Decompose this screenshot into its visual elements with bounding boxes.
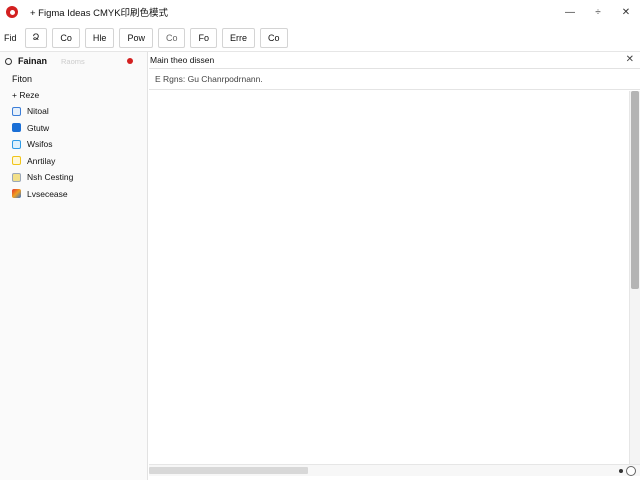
dot-icon — [619, 469, 623, 473]
content-area[interactable] — [149, 91, 629, 464]
sidebar-item[interactable]: Wsifos — [0, 136, 147, 153]
app-icon — [12, 123, 21, 133]
toolbar-button-3[interactable]: Hle — [84, 27, 115, 48]
sidebar: Fainan Raoms Fiton + Reze Nitoal Gtutw W… — [0, 52, 148, 480]
restore-button[interactable]: ÷ — [584, 0, 612, 24]
sidebar-item[interactable]: Nsh Cesting — [0, 169, 147, 186]
app-logo-icon — [6, 6, 18, 18]
sidebar-title: Fainan — [18, 56, 48, 66]
toolbar-button-6[interactable]: Fo — [190, 27, 217, 48]
app-icon — [12, 189, 21, 199]
toolbar-label: Fid — [4, 32, 17, 43]
window-title: + Figma Ideas CMYK印刷色模式 — [30, 8, 169, 19]
sidebar-item-label: Wsifos — [27, 139, 53, 150]
sidebar-subtitle: Raoms — [61, 56, 85, 66]
app-icon — [12, 172, 21, 182]
status-dot-icon — [127, 58, 133, 64]
sidebar-item[interactable]: Lvsecease — [0, 186, 147, 203]
app-icon — [12, 156, 21, 166]
circle-button-icon[interactable] — [626, 466, 636, 476]
sidebar-group-toggle[interactable]: + Reze — [0, 87, 147, 103]
toolbar-button-7[interactable]: Erre — [221, 27, 255, 48]
horizontal-scroll-thumb[interactable] — [149, 467, 308, 474]
main-panel: Main theo dissen ✕ E Rgns: Gu Chanrpodrn… — [149, 52, 640, 480]
toolbar: Fid Ձ Co Hle Pow Co Fo Erre Co — [0, 25, 640, 50]
toolbar-button-8[interactable]: Co — [260, 27, 288, 48]
app-icon — [12, 139, 21, 149]
toolbar-button-4[interactable]: Pow — [119, 27, 153, 48]
sidebar-section-label: Fiton — [12, 73, 33, 84]
close-window-button[interactable]: ✕ — [612, 0, 640, 24]
toolbar-button-5[interactable]: Co — [157, 27, 186, 48]
sidebar-item-label: Anrtilay — [27, 155, 56, 166]
sidebar-item-label: Nsh Cesting — [27, 172, 74, 183]
radio-icon[interactable] — [5, 57, 12, 65]
vertical-scroll-thumb[interactable] — [631, 91, 639, 289]
sidebar-item[interactable]: Gtutw — [0, 120, 147, 137]
sidebar-item[interactable]: Anrtilay — [0, 153, 147, 170]
minimize-button[interactable]: — — [556, 0, 584, 24]
sidebar-header: Fainan Raoms — [0, 52, 147, 70]
main-title: Main theo dissen — [150, 55, 215, 65]
sidebar-item-label: Nitoal — [27, 106, 49, 117]
sidebar-item-label: Gtutw — [27, 122, 50, 133]
main-header: Main theo dissen ✕ — [149, 52, 640, 69]
title-bar: + Figma Ideas CMYK印刷色模式 — ÷ ✕ — [0, 0, 640, 24]
sidebar-item[interactable]: Nitoal — [0, 103, 147, 120]
close-icon[interactable]: ✕ — [626, 54, 634, 65]
app-icon — [12, 106, 21, 116]
horizontal-scrollbar[interactable] — [149, 464, 640, 476]
vertical-scrollbar[interactable] — [629, 91, 640, 464]
toolbar-button-1[interactable]: Ձ — [24, 27, 48, 48]
sidebar-item-label: Lvsecease — [27, 188, 68, 199]
info-bar: E Rgns: Gu Chanrpodrnann. — [149, 69, 640, 90]
window-controls: — ÷ ✕ — [556, 0, 640, 24]
toolbar-button-2[interactable]: Co — [52, 27, 80, 48]
